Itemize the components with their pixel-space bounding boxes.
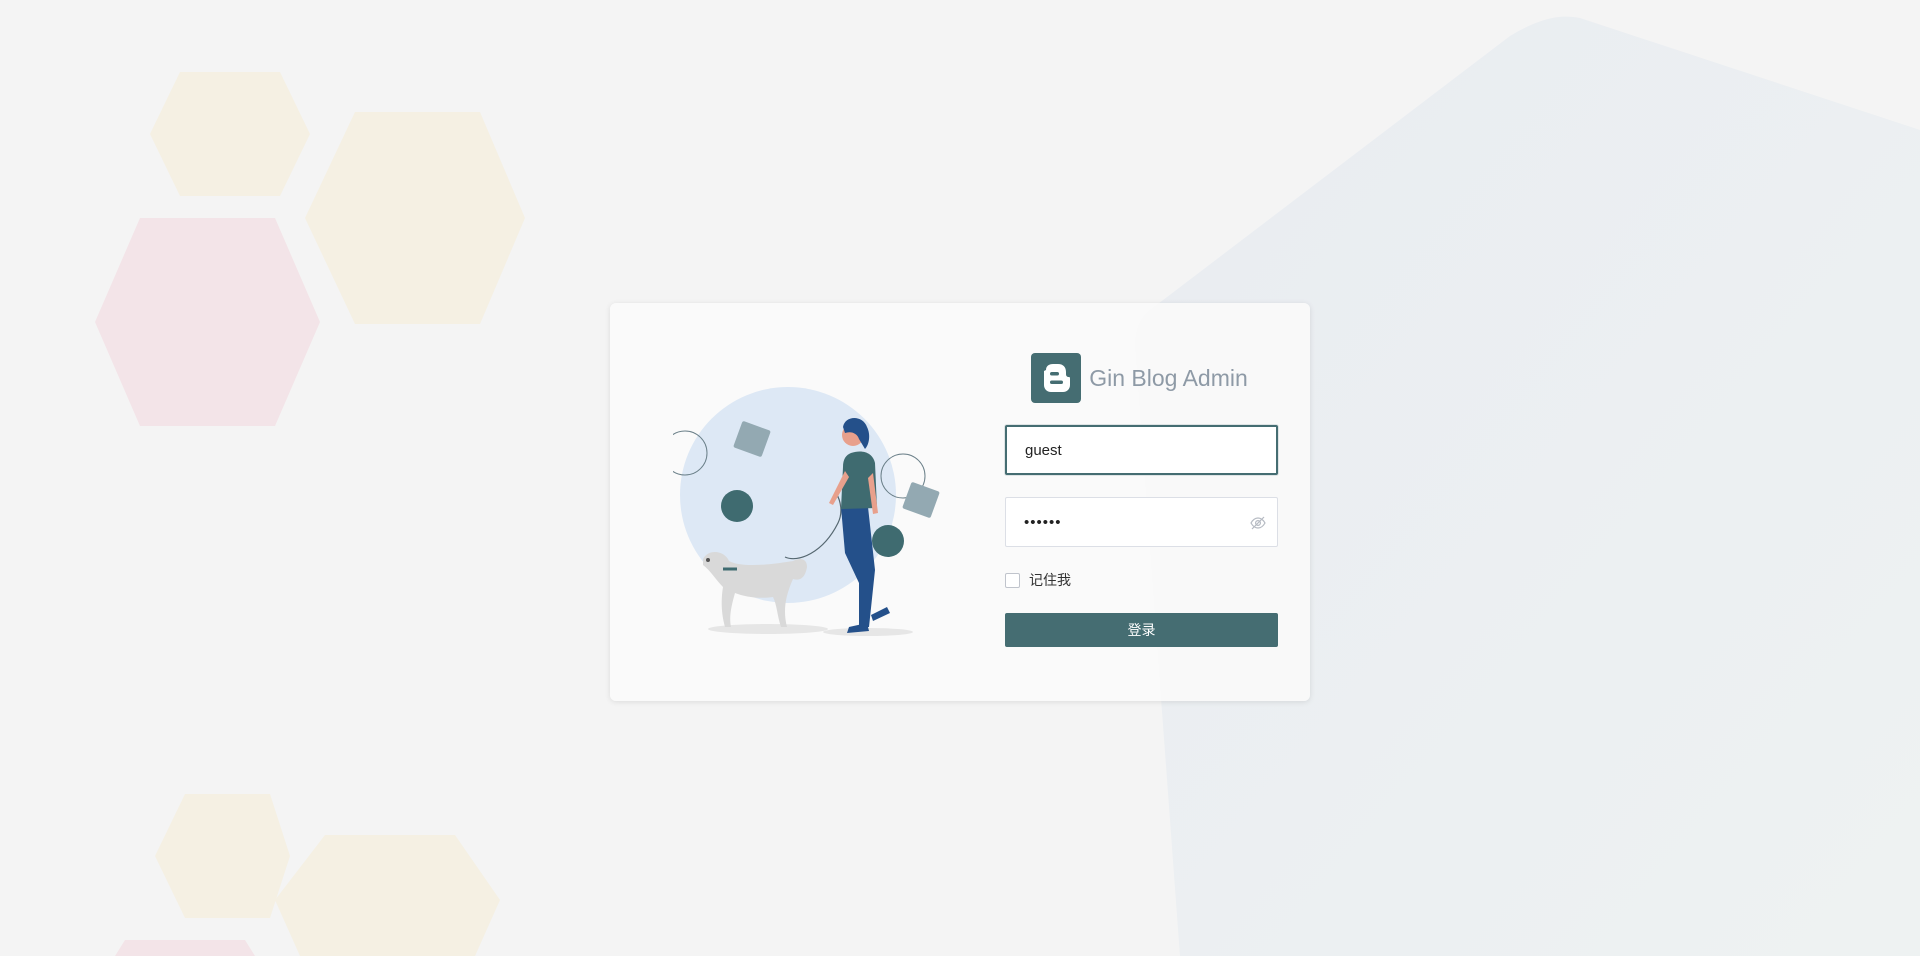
remember-me-label[interactable]: 记住我: [1029, 570, 1071, 590]
woman-walking-dog-illustration: [673, 387, 940, 636]
eye-off-icon[interactable]: [1249, 514, 1267, 532]
remember-me[interactable]: 记住我: [1005, 571, 1278, 589]
login-card: Gin Blog Admin 记住我 登录: [610, 303, 1310, 701]
password-field[interactable]: [1005, 497, 1278, 547]
blogger-icon: [1031, 353, 1082, 403]
password-input[interactable]: [1024, 498, 1244, 546]
login-button[interactable]: 登录: [1005, 613, 1278, 647]
brand-title: Gin Blog Admin: [1089, 364, 1248, 391]
login-page: Gin Blog Admin 记住我 登录: [0, 0, 1920, 956]
background-hexagons: [95, 72, 525, 956]
remember-me-checkbox[interactable]: [1005, 572, 1020, 588]
username-field[interactable]: [1005, 425, 1278, 475]
username-input[interactable]: [1025, 427, 1245, 473]
login-form: Gin Blog Admin 记住我 登录: [1005, 353, 1278, 647]
brand-header: Gin Blog Admin: [1001, 353, 1278, 403]
